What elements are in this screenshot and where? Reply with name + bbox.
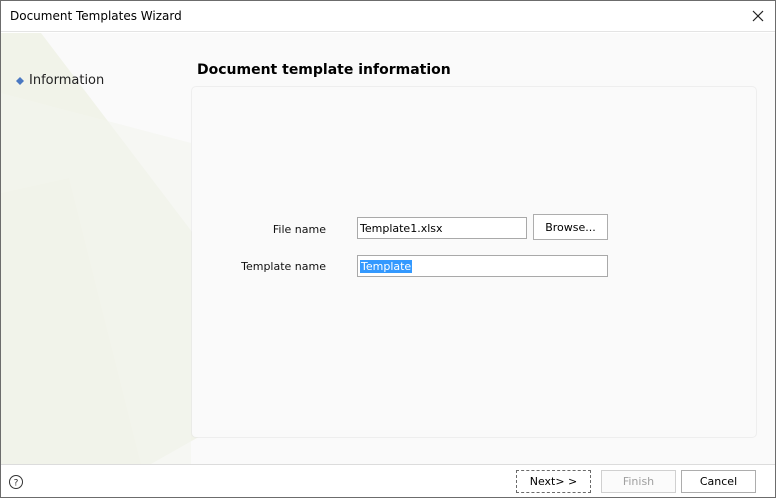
wizard-content: Information Document template informatio… <box>1 33 775 464</box>
help-button[interactable]: ? <box>5 471 27 493</box>
close-icon <box>752 10 764 22</box>
page-title: Document template information <box>197 62 451 78</box>
cancel-button[interactable]: Cancel <box>681 470 756 493</box>
close-button[interactable] <box>747 5 769 27</box>
wizard-footer: ? Next> > Finish Cancel <box>1 464 775 497</box>
finish-button[interactable]: Finish <box>601 470 676 493</box>
window-title: Document Templates Wizard <box>10 9 182 23</box>
template-name-value: Template <box>360 259 413 273</box>
wizard-window: Document Templates Wizard Information Do… <box>0 0 776 498</box>
template-name-input[interactable]: Template <box>357 255 608 277</box>
template-name-label: Template name <box>241 260 326 273</box>
next-button[interactable]: Next> > <box>516 470 591 493</box>
file-name-input[interactable]: Template1.xlsx <box>357 217 527 239</box>
title-bar: Document Templates Wizard <box>1 1 775 32</box>
file-name-value: Template1.xlsx <box>360 221 443 235</box>
help-glyph: ? <box>14 479 19 489</box>
nav-item-label: Information <box>29 73 105 88</box>
browse-button[interactable]: Browse... <box>533 214 608 240</box>
file-name-label: File name <box>272 223 326 236</box>
help-icon: ? <box>9 475 23 489</box>
nav-item-information[interactable]: Information <box>16 73 104 88</box>
bullet-icon <box>16 76 24 85</box>
